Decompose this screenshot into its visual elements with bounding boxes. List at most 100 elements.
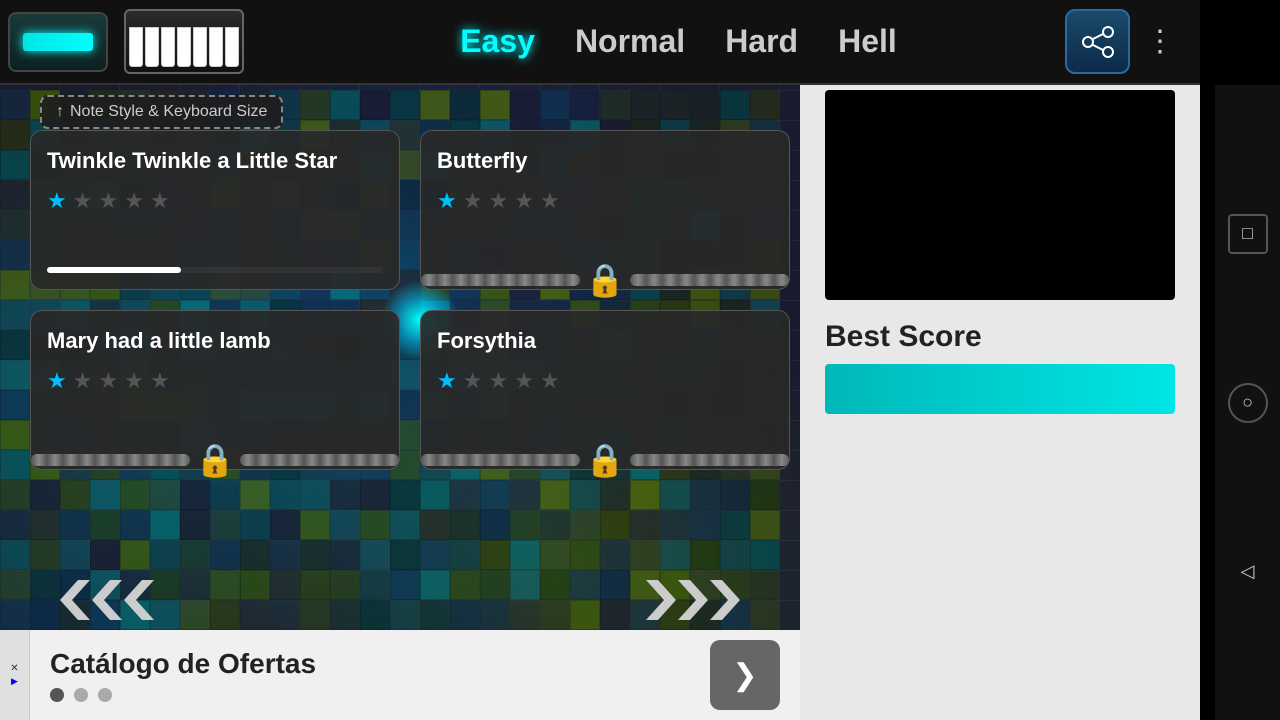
ad-title: Catálogo de Ofertas [50, 648, 690, 680]
tab-hell[interactable]: Hell [823, 18, 912, 65]
green-bar-indicator [23, 33, 93, 51]
chain-left [31, 454, 190, 466]
back-button[interactable]: ◁ [1228, 551, 1268, 591]
progress-bar-fill [47, 267, 181, 273]
chain-lock: 🔒 [421, 261, 789, 299]
song-title: Butterfly [437, 147, 773, 176]
chevron-right-icon-2 [678, 580, 708, 620]
song-title: Forsythia [437, 327, 773, 356]
star-icon: ★ [150, 368, 170, 394]
navigation-arrows [0, 580, 800, 620]
piano-key-white [177, 27, 191, 67]
note-style-label: Note Style & Keyboard Size [70, 103, 267, 121]
ad-pagination-dots [50, 688, 690, 702]
ad-dot-3 [98, 688, 112, 702]
chevron-left-icon-3 [124, 580, 154, 620]
ad-close-button[interactable]: ✕ ▶ [0, 630, 30, 720]
square-button[interactable]: □ [1228, 214, 1268, 254]
song-card-twinkle[interactable]: Twinkle Twinkle a Little Star★★★★★ [30, 130, 400, 290]
video-preview[interactable] [825, 90, 1175, 300]
best-score-bar [825, 364, 1175, 414]
top-bar-right-controls: ⋮ [1065, 9, 1180, 74]
lock-icon: 🔒 [585, 261, 625, 299]
piano-key-white [145, 27, 159, 67]
song-stars: ★★★★★ [47, 188, 383, 214]
difficulty-tabs: Easy Normal Hard Hell [292, 18, 1065, 65]
piano-key-white [209, 27, 223, 67]
song-card-butterfly[interactable]: Butterfly★★★★★ 🔒 [420, 130, 790, 290]
chain-lock: 🔒 [31, 441, 399, 479]
song-card-forsythia[interactable]: Forsythia★★★★★ 🔒 [420, 310, 790, 470]
piano-keys-graphic [129, 17, 239, 67]
chevron-right-icon-1 [646, 580, 676, 620]
system-navigation: □ ○ ◁ [1215, 85, 1280, 720]
tab-hard[interactable]: Hard [710, 18, 813, 65]
right-panel: Best Score [800, 0, 1200, 720]
star-icon: ★ [514, 368, 534, 394]
star-icon: ★ [124, 188, 144, 214]
star-icon: ★ [540, 368, 560, 394]
songs-grid: Twinkle Twinkle a Little Star★★★★★Butter… [30, 130, 790, 470]
ad-content: Catálogo de Ofertas [30, 638, 710, 712]
chain-right [630, 454, 789, 466]
ad-dot-2 [74, 688, 88, 702]
star-icon: ★ [437, 368, 457, 394]
star-icon: ★ [124, 368, 144, 394]
lock-overlay: 🔒 [421, 441, 789, 479]
best-score-area: Best Score [825, 310, 1175, 414]
more-options-button[interactable]: ⋮ [1140, 19, 1180, 64]
auto-play-button[interactable] [8, 12, 108, 72]
lock-icon: 🔒 [195, 441, 235, 479]
chevron-left-icon-2 [92, 580, 122, 620]
star-icon: ★ [73, 368, 93, 394]
circle-button[interactable]: ○ [1228, 383, 1268, 423]
piano-key-white [225, 27, 239, 67]
ad-dot-1 [50, 688, 64, 702]
song-title: Twinkle Twinkle a Little Star [47, 147, 383, 176]
share-button[interactable] [1065, 9, 1130, 74]
piano-mode-button[interactable] [124, 9, 244, 74]
ad-banner: ✕ ▶ Catálogo de Ofertas ❯ [0, 630, 800, 720]
lock-icon: 🔒 [585, 441, 625, 479]
star-icon: ★ [47, 188, 67, 214]
ad-next-button[interactable]: ❯ [710, 640, 780, 710]
top-navigation-bar: Easy Normal Hard Hell ⋮ [0, 0, 1200, 85]
tab-easy[interactable]: Easy [445, 18, 550, 65]
lock-overlay: 🔒 [31, 441, 399, 479]
star-icon: ★ [98, 188, 118, 214]
tab-normal[interactable]: Normal [560, 18, 700, 65]
song-stars: ★★★★★ [47, 368, 383, 394]
star-icon: ★ [540, 188, 560, 214]
arrow-up-icon: ↑ [56, 103, 64, 121]
ad-icon: ▶ [11, 676, 18, 687]
star-icon: ★ [488, 368, 508, 394]
piano-key-white [129, 27, 143, 67]
chain-left [421, 274, 580, 286]
best-score-label: Best Score [825, 310, 1175, 364]
note-style-button[interactable]: ↑ Note Style & Keyboard Size [40, 95, 283, 129]
star-icon: ★ [150, 188, 170, 214]
close-icon: ✕ [10, 663, 18, 674]
piano-key-white [161, 27, 175, 67]
piano-key-white [193, 27, 207, 67]
chain-right [630, 274, 789, 286]
star-icon: ★ [514, 188, 534, 214]
prev-page-button[interactable] [60, 580, 154, 620]
star-icon: ★ [488, 188, 508, 214]
progress-bar [47, 267, 383, 273]
chain-right [240, 454, 399, 466]
star-icon: ★ [437, 188, 457, 214]
song-stars: ★★★★★ [437, 368, 773, 394]
chevron-left-icon-1 [60, 580, 90, 620]
song-stars: ★★★★★ [437, 188, 773, 214]
star-icon: ★ [463, 188, 483, 214]
star-icon: ★ [98, 368, 118, 394]
chain-lock: 🔒 [421, 441, 789, 479]
next-page-button[interactable] [646, 580, 740, 620]
song-title: Mary had a little lamb [47, 327, 383, 356]
star-icon: ★ [47, 368, 67, 394]
share-icon [1080, 24, 1116, 60]
chevron-right-icon-3 [710, 580, 740, 620]
song-card-mary[interactable]: Mary had a little lamb★★★★★ 🔒 [30, 310, 400, 470]
star-icon: ★ [73, 188, 93, 214]
